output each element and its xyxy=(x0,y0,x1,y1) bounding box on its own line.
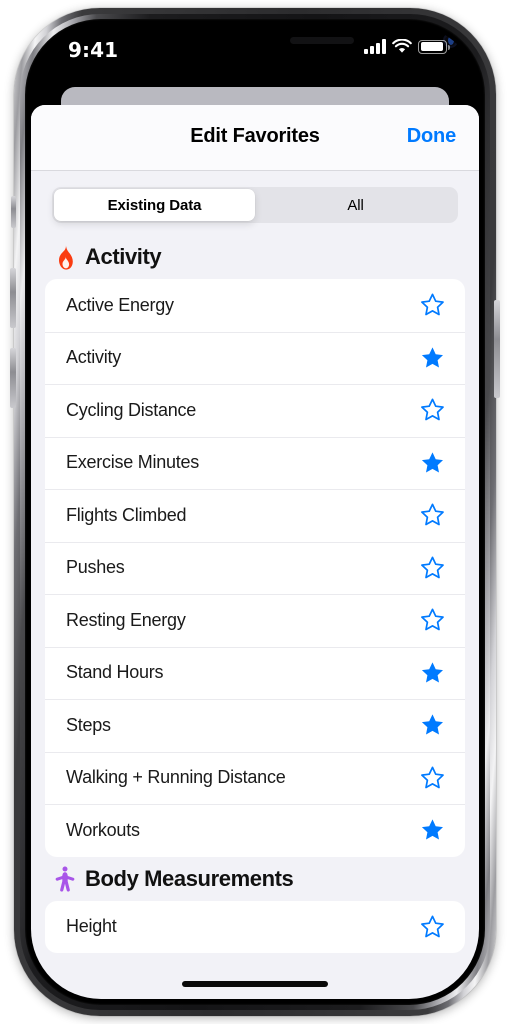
list-item-label: Resting Energy xyxy=(66,609,186,630)
navigation-bar: Edit Favorites Done xyxy=(31,105,479,171)
power-button[interactable] xyxy=(494,300,500,398)
star-filled-icon[interactable] xyxy=(420,713,445,737)
list-item[interactable]: Resting Energy xyxy=(45,594,465,647)
list-item[interactable]: Flights Climbed xyxy=(45,489,465,542)
list-item[interactable]: Height xyxy=(45,901,465,954)
star-filled-icon[interactable] xyxy=(420,451,445,475)
list-item[interactable]: Pushes xyxy=(45,541,465,595)
volume-down-button[interactable] xyxy=(10,348,16,408)
star-outline-icon[interactable] xyxy=(420,293,445,317)
phone-stage: 9:41 Edit Favorites Done Existing Data A… xyxy=(0,0,510,1024)
star-outline-icon[interactable] xyxy=(420,766,445,790)
list-item[interactable]: Activity xyxy=(45,331,465,385)
list-item-label: Active Energy xyxy=(66,294,174,315)
list-item-label: Height xyxy=(66,916,117,937)
silent-switch[interactable] xyxy=(11,196,16,228)
section-title: Body Measurements xyxy=(85,865,294,891)
favorites-list-scroll-area[interactable]: Activity Active Energy Activity Cycling Dis… xyxy=(31,235,479,999)
list-item[interactable]: Workouts xyxy=(45,804,465,857)
list-item-label: Cycling Distance xyxy=(66,399,197,420)
earpiece-speaker-icon xyxy=(290,37,354,44)
list-item-label: Pushes xyxy=(66,557,125,578)
star-filled-icon[interactable] xyxy=(420,346,445,370)
list-item-label: Activity xyxy=(66,347,122,368)
list-item[interactable]: Active Energy xyxy=(45,279,465,332)
flame-icon xyxy=(54,244,76,270)
body-figure-icon xyxy=(54,866,76,892)
metrics-card: Height xyxy=(45,900,465,954)
section-header-activity: Activity xyxy=(31,235,479,279)
star-outline-icon[interactable] xyxy=(420,608,445,632)
list-item-label: Exercise Minutes xyxy=(66,452,200,473)
segment-existing-data[interactable]: Existing Data xyxy=(54,189,255,221)
notch xyxy=(172,25,458,54)
section-title: Activity xyxy=(85,244,162,269)
list-item[interactable]: Exercise Minutes xyxy=(45,436,465,490)
phone-screen: 9:41 Edit Favorites Done Existing Data A… xyxy=(31,25,479,999)
battery-icon xyxy=(418,39,450,54)
star-filled-icon[interactable] xyxy=(420,818,445,842)
segmented-control-container: Existing Data All xyxy=(31,171,479,235)
home-indicator[interactable] xyxy=(182,981,328,987)
status-bar: 9:41 xyxy=(31,25,479,77)
volume-up-button[interactable] xyxy=(10,268,16,328)
star-filled-icon[interactable] xyxy=(420,661,445,685)
data-filter-segmented-control[interactable]: Existing Data All xyxy=(52,187,458,223)
list-item-label: Workouts xyxy=(66,819,140,840)
list-item[interactable]: Walking + Running Distance xyxy=(45,751,465,805)
cellular-signal-icon xyxy=(364,39,386,54)
edit-favorites-sheet: Edit Favorites Done Existing Data All Ac… xyxy=(31,105,479,999)
list-item-label: Walking + Running Distance xyxy=(66,767,286,788)
metrics-card: Active Energy Activity Cycling Distance Exe… xyxy=(45,279,465,857)
section-header-body-measurements: Body Measurements xyxy=(31,857,479,901)
star-outline-icon[interactable] xyxy=(420,915,445,939)
list-item[interactable]: Steps xyxy=(45,699,465,752)
list-item-label: Flights Climbed xyxy=(66,504,187,525)
wifi-icon xyxy=(392,38,412,54)
done-button[interactable]: Done xyxy=(407,125,456,148)
list-item-label: Steps xyxy=(66,714,111,735)
star-outline-icon[interactable] xyxy=(420,398,445,422)
status-bar-indicators xyxy=(364,38,450,54)
list-item[interactable]: Stand Hours xyxy=(45,646,465,700)
star-outline-icon[interactable] xyxy=(420,503,445,527)
list-item-label: Stand Hours xyxy=(66,662,164,683)
star-outline-icon[interactable] xyxy=(420,556,445,580)
list-item[interactable]: Cycling Distance xyxy=(45,384,465,437)
segment-all[interactable]: All xyxy=(255,189,456,221)
status-bar-time: 9:41 xyxy=(68,38,119,62)
